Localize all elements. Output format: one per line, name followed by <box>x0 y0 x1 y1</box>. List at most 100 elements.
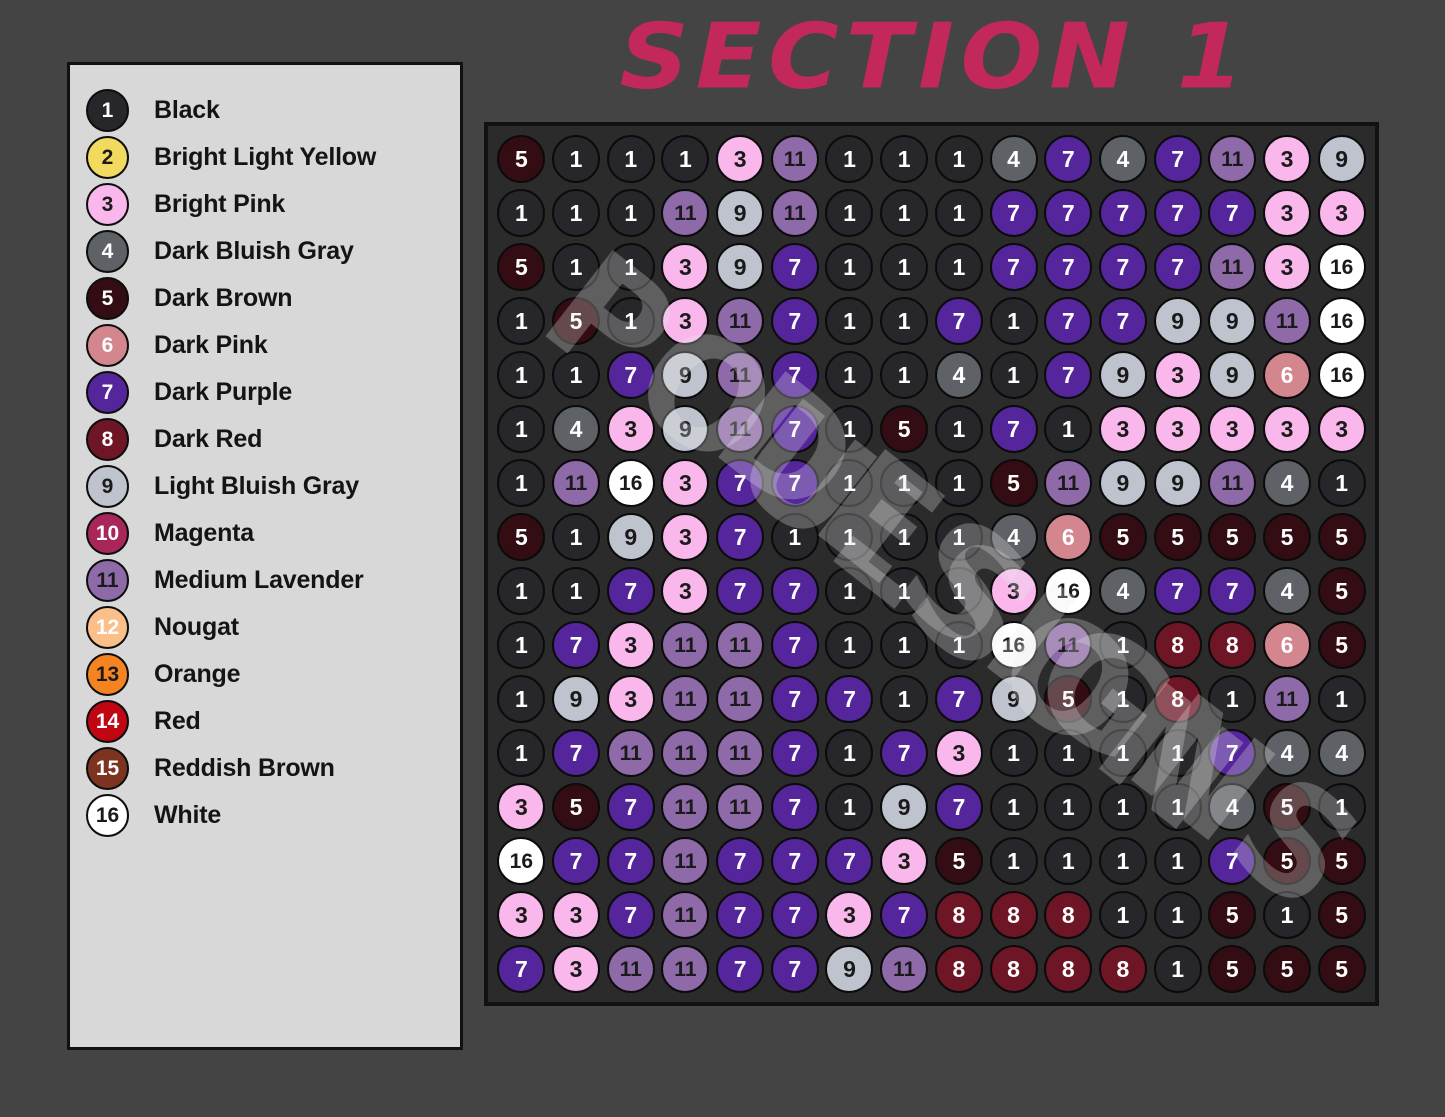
bead: 1 <box>825 135 874 183</box>
bead: 3 <box>552 891 601 939</box>
legend-color-chip: 7 <box>86 371 129 414</box>
bead: 1 <box>934 621 983 669</box>
bead: 7 <box>606 351 655 399</box>
bead-cell: 1 <box>986 294 1041 348</box>
bead-cell: 5 <box>1041 672 1096 726</box>
bead: 9 <box>716 189 765 237</box>
bead-cell: 1 <box>822 618 877 672</box>
bead-cell: 1 <box>877 132 932 186</box>
bead-cell: 1 <box>822 780 877 834</box>
bead-cell: 7 <box>549 834 604 888</box>
bead: 8 <box>934 945 983 993</box>
bead-cell: 1 <box>822 456 877 510</box>
bead: 1 <box>825 243 874 291</box>
bead-cell: 7 <box>767 672 822 726</box>
bead: 7 <box>606 891 655 939</box>
bead-cell: 7 <box>1150 564 1205 618</box>
legend-color-name: Dark Bluish Gray <box>154 237 354 265</box>
bead: 7 <box>1208 729 1257 777</box>
bead-cell: 7 <box>822 672 877 726</box>
bead-cell: 1 <box>877 294 932 348</box>
bead: 1 <box>1098 621 1147 669</box>
bead: 11 <box>716 297 765 345</box>
bead-cell: 11 <box>1205 456 1260 510</box>
bead: 11 <box>661 783 710 831</box>
bead: 1 <box>1153 729 1202 777</box>
bead: 1 <box>552 243 601 291</box>
bead-cell: 6 <box>1260 348 1315 402</box>
bead: 7 <box>770 297 819 345</box>
legend-color-name: Light Bluish Gray <box>154 472 359 500</box>
bead: 7 <box>1153 189 1202 237</box>
bead-cell: 7 <box>713 942 768 996</box>
bead-cell: 1 <box>494 456 549 510</box>
bead: 9 <box>1317 135 1366 183</box>
bead-cell: 3 <box>822 888 877 942</box>
bead-cell: 3 <box>494 888 549 942</box>
bead: 3 <box>552 945 601 993</box>
bead: 11 <box>1208 243 1257 291</box>
bead: 1 <box>606 297 655 345</box>
bead-cell: 1 <box>1096 834 1151 888</box>
bead-cell: 11 <box>713 726 768 780</box>
bead: 1 <box>825 783 874 831</box>
bead-cell: 7 <box>932 780 987 834</box>
legend-color-chip: 6 <box>86 324 129 367</box>
bead: 5 <box>1262 837 1311 885</box>
bead: 4 <box>1317 729 1366 777</box>
bead: 1 <box>1044 837 1093 885</box>
bead: 5 <box>1317 513 1366 561</box>
bead-cell: 16 <box>986 618 1041 672</box>
bead-cell: 7 <box>822 834 877 888</box>
bead-cell: 5 <box>549 294 604 348</box>
legend-color-chip: 11 <box>86 559 129 602</box>
bead: 3 <box>1262 135 1311 183</box>
bead: 7 <box>716 891 765 939</box>
bead: 7 <box>770 351 819 399</box>
bead-cell: 1 <box>822 294 877 348</box>
bead-cell: 11 <box>713 672 768 726</box>
legend-item: 1 Black <box>70 87 460 134</box>
bead-cell: 3 <box>1260 186 1315 240</box>
bead-cell: 7 <box>877 888 932 942</box>
bead: 7 <box>770 675 819 723</box>
bead-cell: 11 <box>603 942 658 996</box>
bead-cell: 9 <box>713 186 768 240</box>
bead-cell: 1 <box>1096 618 1151 672</box>
bead: 9 <box>1153 459 1202 507</box>
bead: 4 <box>1262 459 1311 507</box>
bead: 7 <box>880 891 929 939</box>
color-legend-panel: 1 Black 2 Bright Light Yellow 3 Bright Pink 4 D… <box>67 62 463 1050</box>
bead: 3 <box>1098 405 1147 453</box>
bead-cell: 11 <box>1260 294 1315 348</box>
bead-cell: 11 <box>549 456 604 510</box>
bead: 1 <box>825 567 874 615</box>
bead: 3 <box>934 729 983 777</box>
bead: 4 <box>1098 567 1147 615</box>
bead-cell: 7 <box>767 618 822 672</box>
bead-cell: 9 <box>658 402 713 456</box>
bead: 7 <box>880 729 929 777</box>
bead-cell: 1 <box>986 834 1041 888</box>
legend-color-name: Reddish Brown <box>154 754 335 782</box>
bead: 1 <box>825 351 874 399</box>
bead-cell: 7 <box>767 780 822 834</box>
bead: 3 <box>1262 189 1311 237</box>
bead-cell: 11 <box>658 618 713 672</box>
bead-cell: 4 <box>1260 456 1315 510</box>
bead-cell: 5 <box>1205 942 1260 996</box>
bead-cell: 7 <box>767 888 822 942</box>
bead-cell: 3 <box>1150 348 1205 402</box>
bead-cell: 7 <box>1150 132 1205 186</box>
bead-cell: 11 <box>713 780 768 834</box>
bead: 9 <box>716 243 765 291</box>
legend-item: 16 White <box>70 792 460 839</box>
bead: 3 <box>497 783 546 831</box>
bead: 1 <box>497 297 546 345</box>
bead: 3 <box>606 675 655 723</box>
bead-cell: 11 <box>1041 456 1096 510</box>
bead: 1 <box>1208 675 1257 723</box>
bead-cell: 9 <box>658 348 713 402</box>
bead: 3 <box>1317 189 1366 237</box>
bead: 1 <box>825 729 874 777</box>
